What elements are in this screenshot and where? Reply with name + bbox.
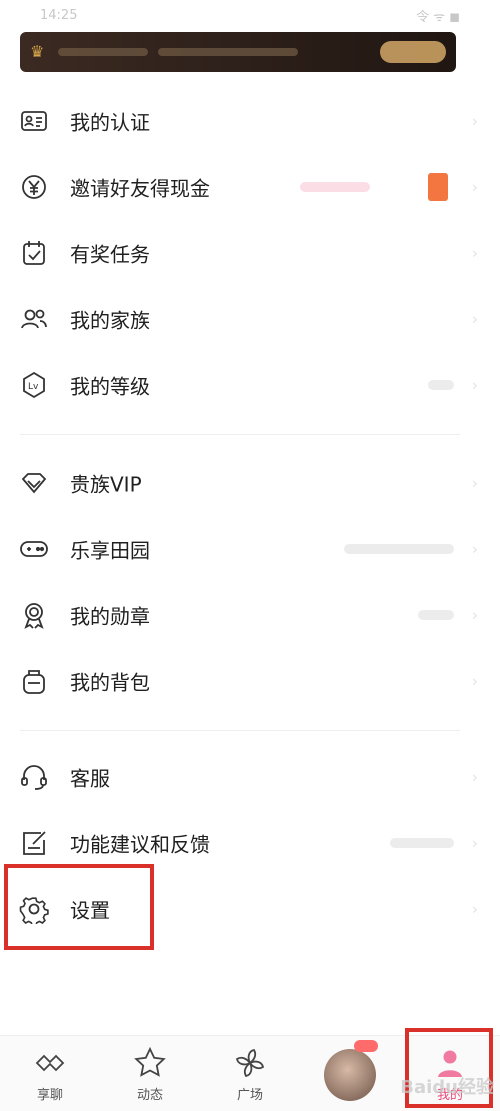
avatar xyxy=(324,1049,376,1101)
chevron-right-icon: › xyxy=(471,899,478,919)
menu-item-customer-service[interactable]: 客服 › xyxy=(0,744,500,810)
menu-item-label: 我的背包 xyxy=(70,670,150,695)
chevron-right-icon: › xyxy=(471,177,478,197)
diamond-vip-icon xyxy=(19,468,49,498)
menu-item-label: 功能建议和反馈 xyxy=(70,832,210,857)
menu-item-family[interactable]: 我的家族 › xyxy=(0,286,500,352)
banner-text-blur xyxy=(58,48,148,56)
menu-item-label: 有奖任务 xyxy=(70,242,150,267)
chevron-right-icon: › xyxy=(471,767,478,787)
menu-item-label: 我的等级 xyxy=(70,374,150,399)
crown-icon: ♛ xyxy=(30,42,45,61)
menu-item-label: 客服 xyxy=(70,766,110,791)
tab-label: 享聊 xyxy=(36,1088,63,1103)
mine-tab-highlight-box xyxy=(405,1028,493,1108)
pinwheel-icon xyxy=(233,1046,267,1080)
status-icons: 令 ᯤ ◼ xyxy=(416,9,460,25)
chevron-right-icon: › xyxy=(471,539,478,559)
star-icon xyxy=(133,1046,167,1080)
chevron-right-icon: › xyxy=(471,111,478,131)
chevron-right-icon: › xyxy=(471,309,478,329)
banner-text-blur xyxy=(158,48,298,56)
notification-badge xyxy=(354,1040,378,1052)
medal-count-blur xyxy=(418,610,454,620)
menu-item-invite[interactable]: 邀请好友得现金 › xyxy=(0,154,500,220)
status-time: 14:25 xyxy=(40,7,78,23)
tab-chat[interactable]: 享聊 xyxy=(0,1036,100,1111)
tab-moments[interactable]: 动态 xyxy=(100,1036,200,1111)
banner-button[interactable] xyxy=(380,41,446,63)
status-bar: 14:25 令 ᯤ ◼ xyxy=(0,0,500,30)
tab-avatar[interactable] xyxy=(300,1036,400,1111)
red-envelope-icon xyxy=(428,173,448,201)
menu-item-level[interactable]: Lv 我的等级 › xyxy=(0,352,500,418)
chevron-right-icon: › xyxy=(471,671,478,691)
id-card-icon xyxy=(19,106,49,136)
level-value-blur xyxy=(428,380,454,390)
promo-banner[interactable]: ♛ xyxy=(20,32,456,72)
feedback-hint-blur xyxy=(390,838,454,848)
menu-item-label: 贵族VIP xyxy=(70,472,142,497)
menu-item-label: 邀请好友得现金 xyxy=(70,176,210,201)
menu-item-label: 乐享田园 xyxy=(70,538,150,563)
section-divider xyxy=(20,434,460,435)
menu-item-label: 我的家族 xyxy=(70,308,150,333)
tab-square[interactable]: 广场 xyxy=(200,1036,300,1111)
task-calendar-icon xyxy=(19,238,49,268)
menu-item-tasks[interactable]: 有奖任务 › xyxy=(0,220,500,286)
chevron-right-icon: › xyxy=(471,833,478,853)
menu-item-backpack[interactable]: 我的背包 › xyxy=(0,648,500,714)
chevron-right-icon: › xyxy=(471,375,478,395)
menu-item-label: 我的勋章 xyxy=(70,604,150,629)
section-divider xyxy=(20,730,460,731)
invite-hint-blur xyxy=(300,182,370,192)
menu-item-medals[interactable]: 我的勋章 › xyxy=(0,582,500,648)
tab-label: 广场 xyxy=(236,1088,263,1103)
backpack-icon xyxy=(19,666,49,696)
garden-hint-blur xyxy=(344,544,454,554)
menu-item-garden[interactable]: 乐享田园 › xyxy=(0,516,500,582)
yen-coin-icon xyxy=(19,172,49,202)
level-badge-icon: Lv xyxy=(19,370,49,400)
feedback-edit-icon xyxy=(19,828,49,858)
headset-icon xyxy=(19,762,49,792)
menu-item-certification[interactable]: 我的认证 › xyxy=(0,88,500,154)
chevron-right-icon: › xyxy=(471,473,478,493)
svg-text:Lv: Lv xyxy=(28,382,39,392)
family-users-icon xyxy=(19,304,49,334)
gamepad-icon xyxy=(19,534,49,564)
chevron-right-icon: › xyxy=(471,243,478,263)
menu-item-vip[interactable]: 贵族VIP › xyxy=(0,450,500,516)
settings-highlight-box xyxy=(4,864,154,950)
chat-bubbles-icon xyxy=(33,1046,67,1080)
tab-label: 动态 xyxy=(136,1088,163,1103)
medal-icon xyxy=(19,600,49,630)
menu-item-label: 我的认证 xyxy=(70,110,150,135)
chevron-right-icon: › xyxy=(471,605,478,625)
